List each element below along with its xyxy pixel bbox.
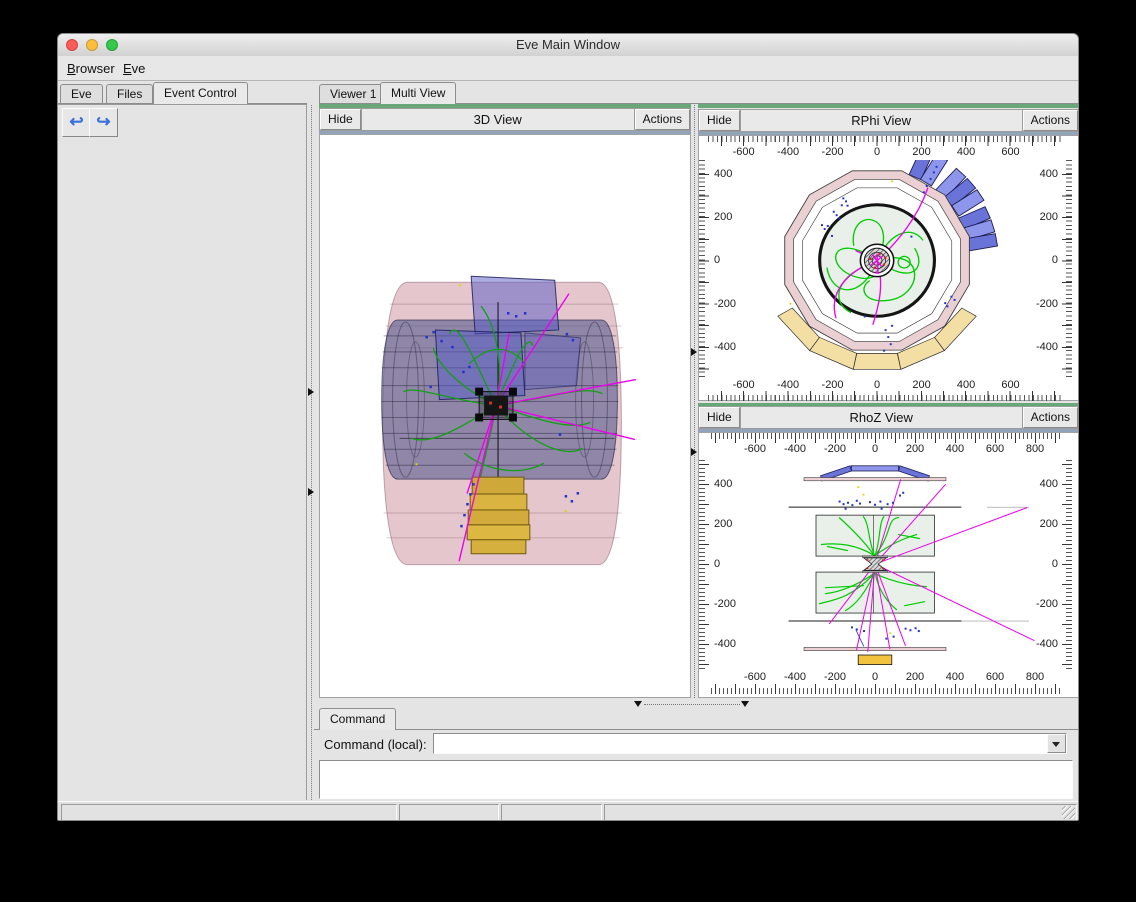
command-combobox	[433, 733, 1067, 754]
tab-viewer-1[interactable]: Viewer 1	[319, 84, 387, 103]
command-input[interactable]	[434, 734, 1047, 753]
rhoz-header: Hide RhoZ View Actions	[698, 406, 1079, 429]
titlebar[interactable]: Eve Main Window	[58, 34, 1078, 57]
menu-browser[interactable]: Browser	[63, 60, 119, 77]
rhoz-bottom-ruler	[708, 684, 1063, 694]
splitter-arrow-icon[interactable]	[634, 701, 642, 707]
window-title: Eve Main Window	[58, 37, 1078, 52]
3d-view-header: Hide 3D View Actions	[319, 108, 691, 131]
splitter-arrow-icon[interactable]	[691, 448, 697, 456]
undo-arrow-icon: ↩	[69, 112, 83, 131]
rhoz-right-ruler	[1062, 457, 1072, 671]
status-segment	[501, 804, 602, 821]
rphi-hide-button[interactable]: Hide	[699, 110, 740, 131]
rphi-detector-scene	[708, 160, 1063, 378]
rhoz-top-axis-labels: -600-400-2000200400600800	[708, 443, 1063, 457]
rhoz-detector-scene	[708, 457, 1063, 671]
tab-event-control[interactable]: Event Control	[153, 82, 248, 104]
command-output[interactable]	[319, 760, 1073, 799]
3d-view-title: 3D View	[361, 109, 635, 130]
rphi-right-ruler	[1062, 160, 1072, 378]
splitter-arrow-icon[interactable]	[741, 701, 749, 707]
status-segment	[604, 804, 1077, 821]
rphi-bottom-ruler	[708, 391, 1063, 401]
menubar: Browser Eve	[58, 56, 1078, 81]
rhoz-actions-button[interactable]: Actions	[1023, 407, 1078, 428]
splitter-arrow-icon[interactable]	[308, 488, 314, 496]
rphi-header: Hide RPhi View Actions	[698, 109, 1079, 132]
left-splitter[interactable]	[311, 105, 312, 800]
splitter-arrow-icon[interactable]	[308, 388, 314, 396]
redo-arrow-icon: ↪	[96, 112, 110, 131]
rhoz-top-ruler	[708, 433, 1063, 443]
status-segment	[61, 804, 397, 821]
previous-event-button[interactable]: ↩	[62, 108, 91, 137]
rphi-actions-button[interactable]: Actions	[1023, 110, 1078, 131]
rhoz-view-title: RhoZ View	[740, 407, 1023, 428]
command-dropdown-button[interactable]	[1047, 734, 1066, 753]
menu-eve[interactable]: Eve	[119, 60, 149, 77]
status-segment	[399, 804, 499, 821]
bottom-splitter[interactable]	[644, 704, 740, 705]
3d-hide-button[interactable]: Hide	[320, 109, 361, 130]
tab-eve[interactable]: Eve	[60, 84, 103, 103]
event-control-panel: ↩ ↪	[58, 104, 307, 800]
3d-detector-scene	[320, 135, 690, 696]
splitter-arrow-icon[interactable]	[691, 348, 697, 356]
tab-multi-view[interactable]: Multi View	[380, 82, 456, 104]
3d-actions-button[interactable]: Actions	[635, 109, 690, 130]
3d-viewport[interactable]	[319, 134, 691, 698]
rphi-viewport[interactable]	[708, 160, 1063, 378]
command-tabline	[314, 729, 1079, 730]
rhoz-viewport[interactable]	[708, 457, 1063, 671]
mid-splitter[interactable]	[694, 105, 695, 698]
next-event-button[interactable]: ↪	[89, 108, 118, 137]
status-bar	[58, 801, 1078, 821]
rhoz-hide-button[interactable]: Hide	[699, 407, 740, 428]
desktop: { "window": { "title": "Eve Main Window"…	[0, 0, 1136, 902]
rphi-top-ruler	[708, 136, 1063, 146]
tab-command[interactable]: Command	[319, 708, 396, 730]
resize-grip[interactable]	[1062, 806, 1075, 819]
command-local-label: Command (local):	[324, 737, 427, 752]
rhoz-bottom-axis-labels: -600-400-2000200400600800	[708, 671, 1063, 685]
tab-files[interactable]: Files	[106, 84, 153, 103]
eve-main-window: Eve Main Window Browser Eve Eve Files Ev…	[57, 33, 1079, 821]
rphi-active-stripe	[698, 104, 1079, 108]
rphi-view-title: RPhi View	[740, 110, 1023, 131]
rphi-top-axis-labels: -600-400-2000200400600	[708, 146, 1063, 160]
